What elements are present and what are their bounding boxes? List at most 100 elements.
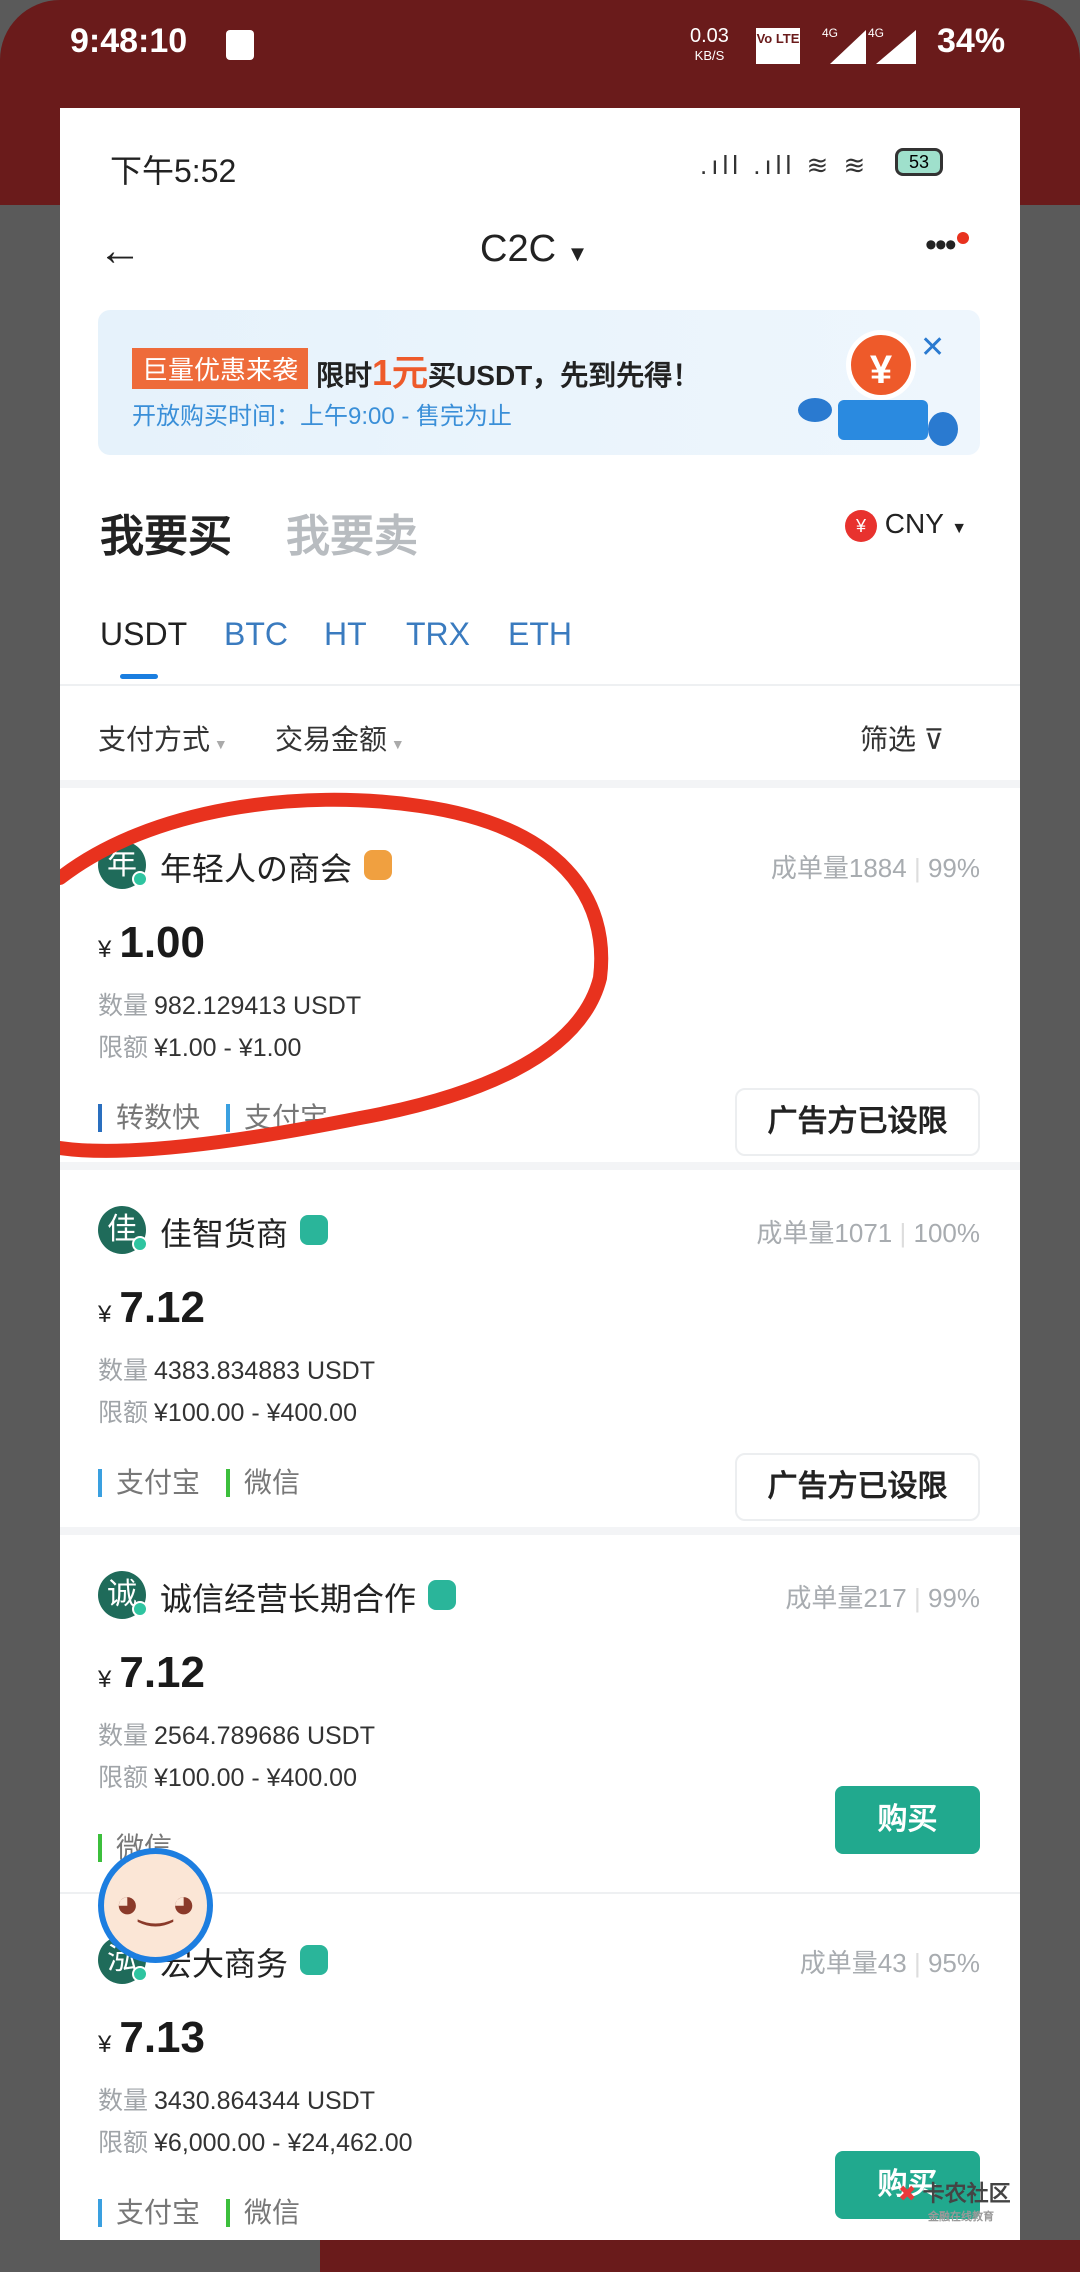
watermark-icon: ✖	[898, 2181, 917, 2206]
currency-selector[interactable]: ¥ CNY ▼	[845, 508, 967, 542]
limit-value: ¥100.00 - ¥400.00	[154, 1399, 357, 1427]
close-banner-icon[interactable]: ✕	[920, 330, 945, 365]
merchant-stats: 成单量1071 | 100%	[756, 1213, 980, 1250]
completion-rate: 99%	[927, 1583, 980, 1613]
mascot-face-icon: ◕‿◕	[104, 1854, 207, 1957]
notification-dot	[957, 232, 969, 244]
yen-symbol: ¥	[98, 1666, 112, 1693]
caret-down-icon: ▼	[566, 241, 589, 266]
tab-buy[interactable]: 我要买	[100, 500, 232, 564]
inner-battery: 53	[895, 148, 943, 176]
coin-tab-usdt[interactable]: USDT	[100, 616, 187, 653]
price: ¥7.13	[98, 2013, 205, 2063]
price-value: 7.13	[119, 2013, 205, 2062]
verified-badge-icon	[300, 1945, 328, 1975]
yen-symbol: ¥	[98, 2031, 112, 2058]
banner-tag: 巨量优惠来袭	[132, 348, 309, 389]
coin-left-icon	[798, 398, 832, 422]
net-speed-unit: KB/S	[694, 48, 725, 63]
coin-tab-trx[interactable]: TRX	[406, 616, 470, 653]
yen-symbol: ¥	[98, 1301, 112, 1328]
payment-tag: 微信	[226, 1469, 300, 1497]
merchant-name[interactable]: 诚信经营长期合作	[160, 1574, 416, 1620]
verified-badge-icon	[428, 1580, 456, 1610]
limit: 限额 ¥100.00 - ¥400.00	[98, 1758, 357, 1794]
completion-rate: 99%	[927, 853, 980, 883]
price-value: 7.12	[119, 1283, 205, 1332]
stats-divider: |	[913, 853, 921, 883]
page-title: C2C	[480, 228, 557, 270]
buy-button[interactable]: 购买	[835, 1786, 980, 1854]
watermark-sub: 金融在线教育	[928, 2211, 994, 2223]
quantity-label: 数量	[98, 1722, 149, 1750]
quantity-value: 4383.834883 USDT	[154, 1357, 375, 1385]
quantity-label: 数量	[98, 1357, 149, 1385]
back-arrow-icon[interactable]: ←	[98, 226, 142, 276]
stats-divider: |	[913, 1948, 921, 1978]
quantity-value: 3430.864344 USDT	[154, 2087, 375, 2115]
merchant-name[interactable]: 佳智货商	[160, 1209, 288, 1255]
price-value: 7.12	[119, 1648, 205, 1697]
title-dropdown[interactable]: C2C ▼	[480, 228, 588, 271]
coin-right-icon	[928, 412, 958, 446]
completion-rate: 100%	[913, 1218, 981, 1248]
more-icon[interactable]: •••	[925, 226, 969, 265]
outer-bottom-bar	[320, 2240, 1080, 2272]
price: ¥7.12	[98, 1648, 205, 1698]
caret-down-icon: ▼	[951, 520, 968, 537]
merchant-avatar: 佳	[98, 1206, 148, 1254]
inner-signal-icons: .ıll .ıll ≋ ≋	[700, 150, 870, 180]
yen-coin-icon: ¥	[846, 330, 916, 400]
payment-tags: 支付宝 微信	[98, 1469, 326, 1497]
stats-divider: |	[899, 1218, 907, 1248]
limit-label: 限额	[98, 1399, 149, 1427]
orders-label: 成单量	[756, 1218, 835, 1248]
cny-icon: ¥	[845, 509, 877, 542]
orders-count: 43	[877, 1948, 907, 1978]
filter-icon: ⊽	[923, 724, 945, 755]
merchant-stats: 成单量1884 | 99%	[771, 848, 980, 885]
orders-count: 1071	[834, 1218, 893, 1248]
limit-label: 限额	[98, 2129, 149, 2157]
net-speed-value: 0.03	[690, 25, 729, 47]
banner-headline: 限时1元买USDT，先到先得！	[316, 344, 700, 396]
restricted-button[interactable]: 广告方已设限	[735, 1453, 980, 1521]
coin-tab-eth[interactable]: ETH	[508, 616, 572, 653]
network-type-2: 4G	[868, 26, 885, 40]
payment-tag: 支付宝	[98, 1469, 200, 1497]
payment-tags: 支付宝 微信	[98, 2199, 326, 2227]
banner-headline-post: 买USDT，先到先得！	[428, 360, 701, 391]
stats-divider: |	[913, 1583, 921, 1613]
limit-label: 限额	[98, 1764, 149, 1792]
coin-tab-ht[interactable]: HT	[324, 616, 367, 653]
volte-icon: Vo LTE	[756, 28, 800, 64]
merchant-avatar: 诚	[98, 1571, 148, 1619]
outer-clock: 9:48:10	[70, 22, 188, 60]
assistant-mascot-button[interactable]: ◕‿◕	[98, 1848, 213, 1963]
quantity: 数量 3430.864344 USDT	[98, 2081, 375, 2117]
price: ¥7.12	[98, 1283, 205, 1333]
promo-banner[interactable]: 巨量优惠来袭 限时1元买USDT，先到先得！ 开放购买时间：上午9:00 - 售…	[98, 310, 980, 455]
filter-label: 筛选	[860, 724, 917, 755]
net-speed: 0.03 KB/S	[690, 26, 729, 66]
coin-tab-btc[interactable]: BTC	[224, 616, 288, 653]
restricted-button[interactable]: 广告方已设限	[735, 1088, 980, 1156]
gallery-icon	[226, 30, 254, 60]
quantity-label: 数量	[98, 2087, 149, 2115]
quantity: 数量 2564.789686 USDT	[98, 1716, 375, 1752]
limit: 限额 ¥100.00 - ¥400.00	[98, 1393, 357, 1429]
payment-tag: 微信	[226, 2199, 300, 2227]
limit: 限额 ¥6,000.00 - ¥24,462.00	[98, 2123, 413, 2159]
outer-battery: 34%	[937, 22, 1006, 60]
quantity: 数量 4383.834883 USDT	[98, 1351, 375, 1387]
currency-label: CNY	[884, 508, 944, 539]
banner-subtitle: 开放购买时间：上午9:00 - 售完为止	[132, 403, 513, 430]
limit-value: ¥6,000.00 - ¥24,462.00	[154, 2129, 413, 2157]
inner-clock: 下午5:52	[110, 153, 237, 189]
banner-headline-highlight: 1元	[372, 352, 429, 393]
banner-headline-pre: 限时	[316, 360, 373, 391]
divider	[60, 1527, 1020, 1535]
orders-count: 217	[863, 1583, 907, 1613]
filter-button[interactable]: 筛选 ⊽	[860, 718, 944, 758]
tab-sell[interactable]: 我要卖	[286, 500, 418, 564]
